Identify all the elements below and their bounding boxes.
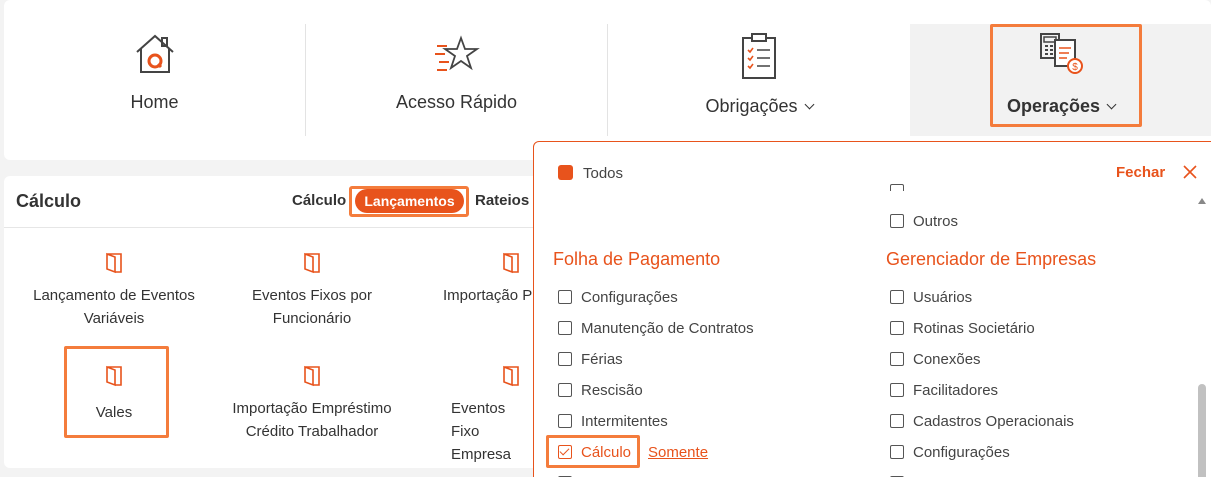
nav-acesso-rapido[interactable]: Acesso Rápido xyxy=(306,24,608,136)
option-label: Configurações xyxy=(913,444,1010,461)
panel-title: Cálculo xyxy=(16,191,82,211)
option-label: Intermitentes xyxy=(581,413,668,430)
somente-link[interactable]: Somente xyxy=(648,444,708,461)
option-outros[interactable]: Outros xyxy=(890,213,958,230)
option-label: Configurações xyxy=(581,289,678,306)
highlight-vales xyxy=(64,346,169,438)
nav-home-label: Home xyxy=(130,92,179,112)
card-label: Lançamento de Eventos Variáveis xyxy=(33,287,195,327)
checkbox[interactable] xyxy=(890,352,904,366)
chevron-down-icon xyxy=(804,99,814,110)
door-icon xyxy=(304,365,320,387)
close-icon[interactable] xyxy=(1182,164,1198,180)
card-lancamento-eventos-variaveis[interactable]: Lançamento de Eventos Variáveis xyxy=(14,252,214,330)
nav-obrigacoes[interactable]: Obrigações xyxy=(608,24,910,136)
card-label: Importação Empréstimo Crédito Trabalhado… xyxy=(232,400,392,440)
nav-obrigacoes-text: Obrigações xyxy=(705,96,798,116)
option-partial[interactable] xyxy=(890,183,913,191)
card-eventos-fixos-funcionario[interactable]: Eventos Fixos por Funcionário xyxy=(212,252,412,330)
checkbox-indeterminate[interactable] xyxy=(558,165,573,180)
checkbox[interactable] xyxy=(558,290,572,304)
highlight-lancamentos xyxy=(349,186,469,217)
scroll-up-arrow-icon[interactable] xyxy=(1198,198,1206,204)
option-label: Cadastros Operacionais xyxy=(913,413,1074,430)
option-manutencao-contratos[interactable]: Manutenção de Contratos xyxy=(558,320,754,337)
close-button[interactable]: Fechar xyxy=(1116,164,1165,181)
checkbox[interactable] xyxy=(890,445,904,459)
option-intermitentes[interactable]: Intermitentes xyxy=(558,413,668,430)
option-conexoes[interactable]: Conexões xyxy=(890,351,981,368)
checkbox[interactable] xyxy=(890,414,904,428)
checkbox[interactable] xyxy=(890,290,904,304)
tab-rateios[interactable]: Rateios xyxy=(475,192,529,209)
scrollbar-thumb[interactable] xyxy=(1198,384,1206,477)
door-icon xyxy=(503,365,519,387)
checkbox[interactable] xyxy=(890,383,904,397)
checkbox[interactable] xyxy=(890,184,904,191)
card-importacao[interactable]: Importação P xyxy=(409,252,539,307)
checkbox[interactable] xyxy=(558,352,572,366)
option-label: Facilitadores xyxy=(913,382,999,399)
option-label: Outros xyxy=(913,213,959,230)
highlight-calculo xyxy=(546,435,640,468)
home-icon xyxy=(135,34,174,73)
option-facilitadores[interactable]: Facilitadores xyxy=(890,382,998,399)
option-label: Rescisão xyxy=(581,382,643,399)
checkbox[interactable] xyxy=(558,321,572,335)
section-folha-pagamento: Folha de Pagamento xyxy=(553,249,721,269)
nav-acesso-rapido-label: Acesso Rápido xyxy=(395,92,518,112)
checkbox[interactable] xyxy=(558,414,572,428)
section-gerenciador-empresas: Gerenciador de Empresas xyxy=(886,249,1097,269)
card-label: Eventos Fixo Empresa xyxy=(451,400,512,463)
option-label: Férias xyxy=(581,351,623,368)
option-configuracoes-empresas[interactable]: Configurações xyxy=(890,444,1010,461)
option-rotinas-societario[interactable]: Rotinas Societário xyxy=(890,320,1035,337)
tab-calculo[interactable]: Cálculo xyxy=(292,192,346,209)
door-icon xyxy=(503,252,519,274)
todos-label: Todos xyxy=(583,165,624,182)
operacoes-dropdown: Todos Fechar Outros Folha de Pagamento G… xyxy=(533,141,1211,477)
star-icon xyxy=(434,35,480,71)
option-cadastros-operacionais[interactable]: Cadastros Operacionais xyxy=(890,413,1074,430)
clipboard-icon xyxy=(742,33,776,79)
nav-obrigacoes-label: Obrigações xyxy=(608,96,910,117)
card-label: Importação P xyxy=(443,287,533,304)
todos-checkbox[interactable]: Todos xyxy=(558,165,623,182)
card-label: Eventos Fixos por Funcionário xyxy=(251,287,373,327)
option-usuarios[interactable]: Usuários xyxy=(890,289,972,306)
door-icon xyxy=(304,252,320,274)
option-configuracoes[interactable]: Configurações xyxy=(558,289,678,306)
nav-home[interactable]: Home xyxy=(4,24,306,136)
option-ferias[interactable]: Férias xyxy=(558,351,623,368)
checkbox[interactable] xyxy=(558,383,572,397)
option-label: Usuários xyxy=(913,289,973,306)
checkbox[interactable] xyxy=(890,214,904,228)
highlight-operacoes xyxy=(990,24,1142,127)
option-rescisao[interactable]: Rescisão xyxy=(558,382,643,399)
checkbox[interactable] xyxy=(890,321,904,335)
card-importacao-emprestimo[interactable]: Importação Empréstimo Crédito Trabalhado… xyxy=(212,365,412,443)
door-icon xyxy=(106,252,122,274)
option-label: Conexões xyxy=(913,351,981,368)
card-eventos-fixos-empresa[interactable]: Eventos Fixo Empresa xyxy=(409,365,539,466)
option-label: Manutenção de Contratos xyxy=(581,320,754,337)
option-label: Rotinas Societário xyxy=(913,320,1035,337)
